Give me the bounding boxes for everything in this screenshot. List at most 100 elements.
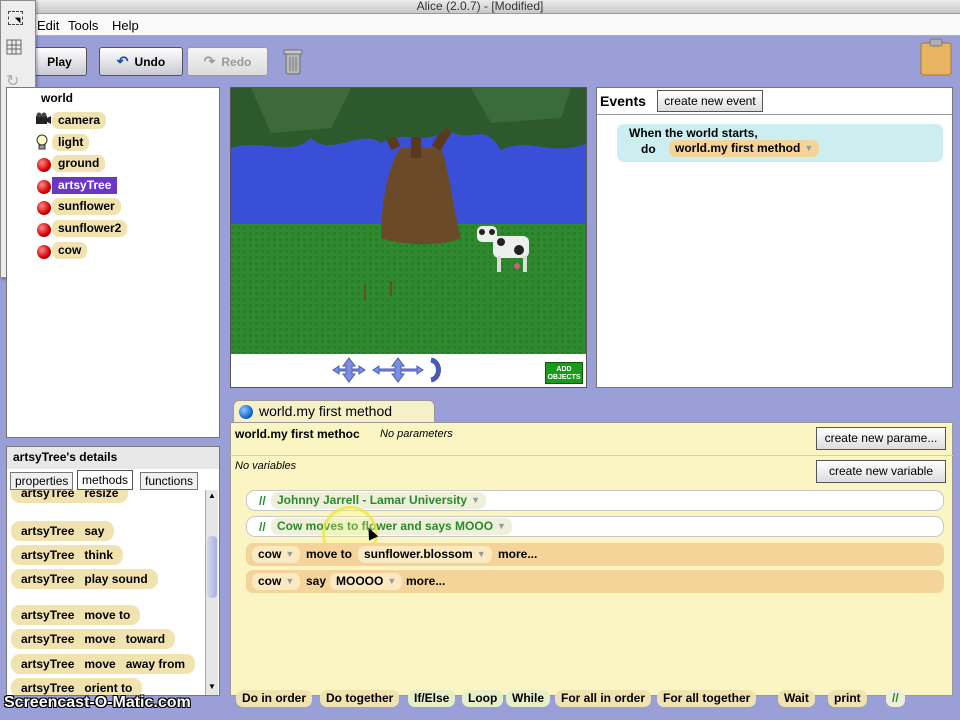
method-object: artsyTree	[21, 524, 75, 538]
comment-symbol: //	[259, 494, 266, 508]
create-new-parameter-button[interactable]: create new parame...	[816, 427, 946, 450]
scrollbar-thumb[interactable]	[207, 536, 217, 598]
control-wait[interactable]: Wait	[778, 690, 815, 707]
tree-node-light[interactable]: light	[52, 134, 90, 151]
tab-functions[interactable]: functions	[140, 472, 199, 490]
method-name: play sound	[84, 572, 148, 586]
method-tile[interactable]: artsyTree move away from	[11, 654, 196, 674]
statement-arg: MOOOO	[336, 574, 384, 588]
method-object: artsyTree	[21, 490, 75, 500]
method-tile[interactable]: artsyTree move toward	[11, 629, 176, 649]
control-if-else[interactable]: If/Else	[408, 690, 456, 707]
more-button[interactable]: more...	[406, 574, 445, 588]
method-tile[interactable]: artsyTree play sound	[11, 569, 158, 589]
clipboard-icon[interactable]	[920, 38, 952, 76]
tree-node-sunflower2[interactable]: sunflower2	[52, 220, 128, 237]
event-when-label: When the world starts,	[629, 126, 758, 140]
control-print[interactable]: print	[828, 690, 867, 707]
statement-verb: say	[306, 574, 327, 588]
undo-label: Undo	[134, 54, 166, 69]
menu-edit[interactable]: Edit	[37, 18, 59, 33]
world-view[interactable]: ADD OBJECTS	[230, 87, 587, 388]
scroll-down-icon[interactable]: ▼	[208, 682, 216, 691]
methods-list: artsyTree resize artsyTree say artsyTree th…	[7, 490, 204, 695]
menu-tools[interactable]: Tools	[68, 18, 98, 33]
control-loop[interactable]: Loop	[462, 690, 504, 707]
details-header: artsyTree's details	[7, 447, 219, 469]
statement-object-pill[interactable]: cow ▼	[252, 573, 301, 590]
methods-scrollbar[interactable]: ▲ ▼	[205, 490, 218, 695]
control-for-all-in-order[interactable]: For all in order	[555, 690, 652, 707]
event-block-world-starts[interactable]: When the world starts, do world.my first…	[617, 124, 943, 162]
control-do-in-order[interactable]: Do in order	[236, 690, 313, 707]
undo-button[interactable]: ↶ Undo	[99, 47, 183, 76]
dropdown-arrow-icon: ▼	[387, 576, 397, 587]
control-do-together[interactable]: Do together	[320, 690, 400, 707]
dropdown-arrow-icon: ▼	[471, 495, 480, 506]
red-ball-icon	[37, 180, 51, 194]
menu-help[interactable]: Help	[112, 18, 139, 33]
method-tile[interactable]: artsyTree think	[11, 545, 124, 565]
statement-arg: sunflower.blossom	[364, 547, 473, 561]
method-object: artsyTree	[21, 548, 75, 562]
editor-tab-label: world.my first method	[259, 403, 393, 419]
details-title: artsyTree's details	[13, 450, 118, 464]
statement-move-to[interactable]: cow ▼ move to sunflower.blossom ▼ more...	[246, 543, 944, 566]
tree-node-world[interactable]: world	[35, 90, 79, 107]
control-comment[interactable]: //	[886, 690, 905, 707]
control-while[interactable]: While	[506, 690, 550, 707]
camera-rotate-icon[interactable]	[427, 356, 443, 384]
comment-pill[interactable]: Cow moves to flower and says MOOO ▼	[271, 518, 512, 535]
method-name: think	[84, 548, 114, 562]
red-ball-icon	[37, 223, 51, 237]
comment-pill[interactable]: Johnny Jarrell - Lamar University ▼	[271, 492, 486, 509]
more-button[interactable]: more...	[498, 547, 537, 561]
globe-icon	[239, 405, 253, 419]
scroll-up-icon[interactable]: ▲	[208, 491, 216, 500]
method-tile[interactable]: artsyTree move to	[11, 605, 141, 625]
undo-icon: ↶	[116, 53, 129, 69]
camera-move-arrows-icon[interactable]	[371, 356, 425, 384]
tree-node-sunflower[interactable]: sunflower	[52, 198, 121, 215]
editor-tab[interactable]: world.my first method	[233, 400, 435, 422]
method-name: orient to	[84, 681, 133, 695]
method-name: move toward	[84, 632, 166, 646]
statement-arg-pill[interactable]: MOOOO ▼	[330, 573, 403, 590]
add-objects-label-2: OBJECTS	[547, 374, 581, 381]
add-objects-button[interactable]: ADD OBJECTS	[545, 362, 583, 384]
control-for-all-together[interactable]: For all together	[657, 690, 757, 707]
method-object: artsyTree	[21, 572, 75, 586]
statement-say[interactable]: cow ▼ say MOOOO ▼ more...	[246, 570, 944, 593]
trash-icon[interactable]	[283, 48, 303, 75]
method-object: artsyTree	[21, 681, 75, 695]
statement-arg-pill[interactable]: sunflower.blossom ▼	[358, 546, 492, 563]
method-name: move away from	[84, 657, 186, 671]
tree-node-artsytree[interactable]: artsyTree	[52, 177, 118, 194]
redo-button[interactable]: ↷ Redo	[187, 47, 268, 76]
method-tile[interactable]: artsyTree resize	[11, 490, 129, 503]
events-title: Events	[600, 93, 646, 109]
create-new-variable-button[interactable]: create new variable	[816, 460, 946, 483]
dropdown-arrow-icon: ▼	[476, 549, 486, 560]
event-method-pill[interactable]: world.my first method ▼	[669, 140, 820, 157]
grid-icon[interactable]	[6, 39, 26, 57]
details-panel: artsyTree's details properties methods f…	[6, 446, 220, 696]
statement-object: cow	[258, 574, 282, 588]
tree-node-ground[interactable]: ground	[52, 155, 106, 172]
method-tile[interactable]: artsyTree say	[11, 521, 115, 541]
events-panel: Events create new event When the world s…	[596, 87, 953, 388]
tab-properties[interactable]: properties	[10, 472, 74, 490]
watermark: Screencast-O-Matic.com	[4, 694, 191, 711]
tab-methods[interactable]: methods	[77, 470, 134, 490]
tree-node-camera[interactable]: camera	[52, 112, 107, 129]
method-name: say	[84, 524, 105, 538]
redo-icon: ↷	[203, 53, 216, 69]
menu-bar: Edit Tools Help	[0, 14, 960, 36]
statement-object-pill[interactable]: cow ▼	[252, 546, 301, 563]
move-arrows-icon[interactable]	[331, 356, 367, 384]
tree-node-cow[interactable]: cow	[52, 242, 88, 259]
create-new-event-button[interactable]: create new event	[657, 90, 763, 112]
method-tile[interactable]: artsyTree orient to	[11, 678, 143, 695]
method-name: resize	[84, 490, 119, 500]
window-title: Alice (2.0.7) - [Modified]	[416, 0, 544, 13]
